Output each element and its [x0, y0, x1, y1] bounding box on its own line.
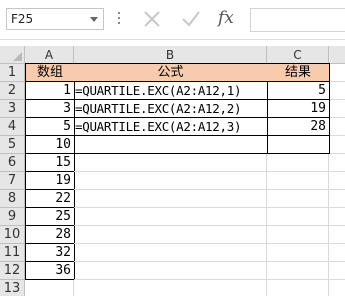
spreadsheet-grid: A B C 1 2 3 4 5 6 7 8 9 10 11 12 13 数组 公…	[0, 46, 345, 296]
cell-c8[interactable]	[267, 190, 329, 208]
column-header-c[interactable]: C	[267, 46, 329, 64]
cell-c7[interactable]	[267, 172, 329, 190]
row-header-4[interactable]: 4	[0, 118, 25, 136]
cell-a12[interactable]: 36	[25, 262, 75, 280]
row-header-2[interactable]: 2	[0, 82, 25, 100]
cell-d12[interactable]	[329, 262, 345, 280]
row-header-3[interactable]: 3	[0, 100, 25, 118]
column-header-a[interactable]: A	[25, 46, 74, 64]
fx-label: fx	[218, 8, 234, 28]
cell-d1[interactable]	[330, 64, 345, 82]
cell-c3[interactable]: 19	[267, 100, 330, 118]
select-all-button[interactable]	[0, 46, 25, 64]
cell-d8[interactable]	[329, 190, 345, 208]
insert-function-icon[interactable]: fx	[216, 7, 242, 31]
cell-b6[interactable]	[74, 154, 267, 172]
header-cell-formula[interactable]: 公式	[74, 63, 268, 82]
cell-d10[interactable]	[329, 226, 345, 244]
cell-b10[interactable]	[74, 226, 267, 244]
select-all-triangle-icon	[13, 52, 22, 61]
row-header-6[interactable]: 6	[0, 154, 25, 172]
row-header-13[interactable]: 13	[0, 280, 25, 296]
cell-d9[interactable]	[329, 208, 345, 226]
cell-c2[interactable]: 5	[267, 82, 330, 100]
cell-b8[interactable]	[74, 190, 267, 208]
column-header-d[interactable]	[329, 46, 345, 64]
cell-d13[interactable]	[329, 280, 345, 296]
cell-a13[interactable]	[25, 280, 74, 296]
cell-b2[interactable]: =QUARTILE.EXC(A2:A12,1)	[74, 82, 268, 100]
formula-bar-divider	[0, 39, 345, 40]
cell-c13[interactable]	[267, 280, 329, 296]
cell-c12[interactable]	[267, 262, 329, 280]
row-header-7[interactable]: 7	[0, 172, 25, 190]
cell-a7[interactable]: 19	[25, 172, 75, 190]
chevron-down-icon[interactable]	[90, 17, 98, 22]
cell-d11[interactable]	[329, 244, 345, 262]
row-header-5[interactable]: 5	[0, 136, 25, 154]
cell-b13[interactable]	[74, 280, 267, 296]
cell-a10[interactable]: 28	[25, 226, 75, 244]
cell-b5[interactable]	[74, 136, 268, 154]
cell-d6[interactable]	[329, 154, 345, 172]
cell-a4[interactable]: 5	[25, 118, 75, 136]
cell-b4[interactable]: =QUARTILE.EXC(A2:A12,3)	[74, 118, 268, 136]
name-box[interactable]: F25	[6, 8, 104, 30]
column-header-b[interactable]: B	[74, 46, 267, 64]
header-cell-array[interactable]: 数组	[25, 63, 75, 82]
row-header-8[interactable]: 8	[0, 190, 25, 208]
row-header-1[interactable]: 1	[0, 64, 25, 82]
cell-c10[interactable]	[267, 226, 329, 244]
formula-bar: F25 fx	[0, 0, 345, 40]
header-cell-result[interactable]: 结果	[267, 63, 330, 82]
row-header-12[interactable]: 12	[0, 262, 25, 280]
cancel-icon[interactable]	[141, 7, 163, 31]
cell-a3[interactable]: 3	[25, 100, 75, 118]
row-header-9[interactable]: 9	[0, 208, 25, 226]
cell-d4[interactable]	[330, 118, 345, 136]
row-header-10[interactable]: 10	[0, 226, 25, 244]
cell-b7[interactable]	[74, 172, 267, 190]
cell-d7[interactable]	[329, 172, 345, 190]
cell-a11[interactable]: 32	[25, 244, 75, 262]
name-box-value: F25	[11, 12, 34, 26]
cell-c9[interactable]	[267, 208, 329, 226]
cell-a5[interactable]: 10	[25, 136, 75, 154]
cell-d2[interactable]	[330, 82, 345, 100]
cell-c11[interactable]	[267, 244, 329, 262]
row-header-11[interactable]: 11	[0, 244, 25, 262]
cell-d5[interactable]	[330, 136, 345, 154]
cell-b3[interactable]: =QUARTILE.EXC(A2:A12,2)	[74, 100, 268, 118]
cell-c6[interactable]	[267, 154, 329, 172]
cell-d3[interactable]	[330, 100, 345, 118]
cell-b9[interactable]	[74, 208, 267, 226]
cell-a8[interactable]: 22	[25, 190, 75, 208]
cell-c5[interactable]	[267, 136, 330, 154]
cell-b11[interactable]	[74, 244, 267, 262]
cell-a6[interactable]: 15	[25, 154, 75, 172]
cell-c4[interactable]: 28	[267, 118, 330, 136]
formula-input[interactable]	[250, 8, 345, 32]
cell-a9[interactable]: 25	[25, 208, 75, 226]
enter-check-icon[interactable]	[180, 7, 202, 31]
drag-handle-icon[interactable]	[118, 10, 121, 28]
cell-a2[interactable]: 1	[25, 82, 75, 100]
cell-b12[interactable]	[74, 262, 267, 280]
